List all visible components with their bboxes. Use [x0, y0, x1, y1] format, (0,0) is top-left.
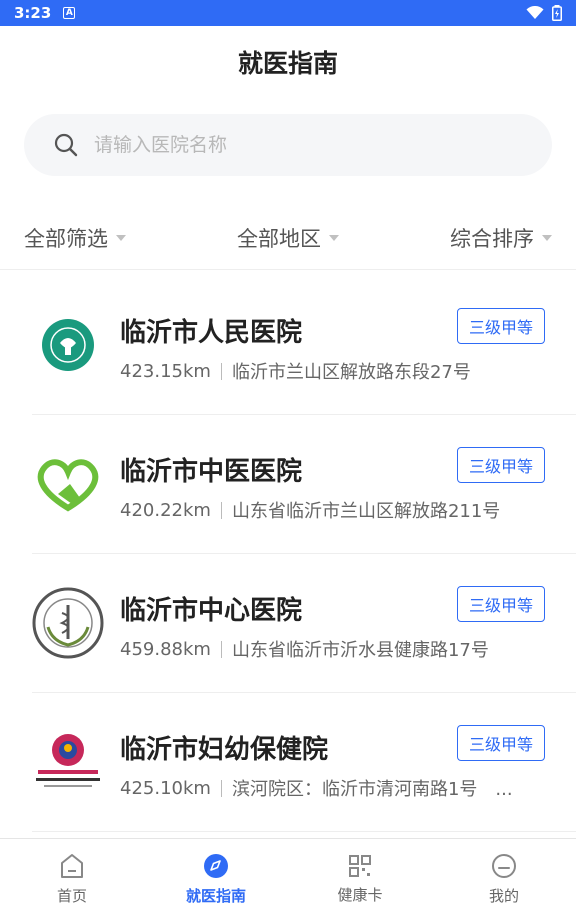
tab-home-label: 首页: [56, 887, 87, 905]
hospital-distance: 420.22km: [120, 499, 211, 521]
compass-icon: [204, 854, 228, 878]
caret-down-icon: [329, 234, 339, 241]
hospital-name: 临沂市妇幼保健院: [120, 735, 329, 765]
hospital-distance: 459.88km: [120, 638, 211, 660]
tab-home[interactable]: 首页: [0, 839, 144, 920]
page-header: 就医指南: [0, 26, 576, 98]
hospital-address: 临沂市兰山区解放路东段27号: [231, 362, 471, 383]
tab-guide[interactable]: 就医指南: [144, 839, 288, 920]
qr-code-icon: [349, 855, 371, 877]
search-bar[interactable]: [24, 114, 552, 176]
search-icon: [54, 133, 78, 157]
hospital-level-badge: 三级甲等: [457, 725, 545, 761]
filter-bar: 全部筛选 全部地区 综合排序: [0, 206, 576, 270]
hospital-meta: 420.22km 山东省临沂市兰山区解放路211号: [120, 497, 500, 523]
caret-down-icon: [116, 234, 126, 241]
filter-sort[interactable]: 综合排序: [450, 223, 552, 253]
hospital-item-central[interactable]: 临沂市中心医院 三级甲等 459.88km 山东省临沂市沂水县健康路17号: [32, 554, 576, 693]
meta-divider: [220, 640, 222, 658]
status-bar: 3:23 A: [0, 0, 576, 26]
filter-region[interactable]: 全部地区: [237, 223, 339, 253]
tab-profile[interactable]: 我的: [432, 839, 576, 920]
filter-all[interactable]: 全部筛选: [24, 223, 126, 253]
hospital-meta: 425.10km 滨河院区：临沂市清河南路1号 ...: [120, 775, 513, 801]
bottom-tab-bar: 首页 就医指南 健康卡 我的: [0, 838, 576, 920]
hospital-name: 临沂市人民医院: [120, 318, 303, 348]
hospital-address: 山东省临沂市沂水县健康路17号: [231, 640, 489, 661]
notification-a-icon: A: [63, 7, 76, 19]
hospital-meta: 459.88km 山东省临沂市沂水县健康路17号: [120, 636, 489, 662]
meta-divider: [220, 501, 222, 519]
home-icon: [61, 854, 83, 878]
tab-profile-label: 我的: [488, 887, 519, 905]
wifi-icon: [526, 6, 544, 19]
meta-divider: [220, 362, 222, 380]
linyi-central-hospital-logo-icon: [32, 587, 104, 659]
status-time: 3:23: [14, 4, 52, 22]
hospital-distance: 423.15km: [120, 360, 211, 382]
caret-down-icon: [542, 234, 552, 241]
meta-divider: [220, 779, 222, 797]
tab-health-card[interactable]: 健康卡: [288, 839, 432, 920]
linyi-tcm-hospital-logo-icon: [32, 454, 104, 514]
hospital-meta: 423.15km 临沂市兰山区解放路东段27号: [120, 358, 471, 384]
tab-guide-label: 就医指南: [185, 887, 246, 905]
hospital-level-badge: 三级甲等: [457, 447, 545, 483]
hospital-name: 临沂市中心医院: [120, 596, 303, 626]
hospital-name: 临沂市中医医院: [120, 457, 303, 487]
hospital-level-badge: 三级甲等: [457, 308, 545, 344]
linyi-people-hospital-logo-icon: [32, 315, 104, 375]
filter-sort-label: 综合排序: [450, 226, 534, 251]
page-title: 就医指南: [237, 49, 338, 78]
hospital-distance: 425.10km: [120, 777, 211, 799]
hospital-list: 临沂市人民医院 三级甲等 423.15km 临沂市兰山区解放路东段27号 临沂市…: [0, 276, 576, 832]
battery-icon: [552, 5, 562, 21]
hospital-item-tcm[interactable]: 临沂市中医医院 三级甲等 420.22km 山东省临沂市兰山区解放路211号: [32, 415, 576, 554]
hospital-address: 山东省临沂市兰山区解放路211号: [231, 501, 501, 522]
search-input[interactable]: [94, 134, 494, 156]
hospital-item-maternal[interactable]: 临沂市妇幼保健院 三级甲等 425.10km 滨河院区：临沂市清河南路1号 ..…: [32, 693, 576, 832]
hospital-level-badge: 三级甲等: [457, 586, 545, 622]
tab-health-card-label: 健康卡: [337, 886, 383, 904]
linyi-maternal-child-hospital-logo-icon: [32, 732, 104, 792]
filter-all-label: 全部筛选: [24, 226, 108, 251]
profile-icon: [492, 854, 516, 878]
hospital-item-people[interactable]: 临沂市人民医院 三级甲等 423.15km 临沂市兰山区解放路东段27号: [32, 276, 576, 415]
hospital-address: 滨河院区：临沂市清河南路1号 ...: [231, 779, 513, 800]
filter-region-label: 全部地区: [237, 226, 321, 251]
